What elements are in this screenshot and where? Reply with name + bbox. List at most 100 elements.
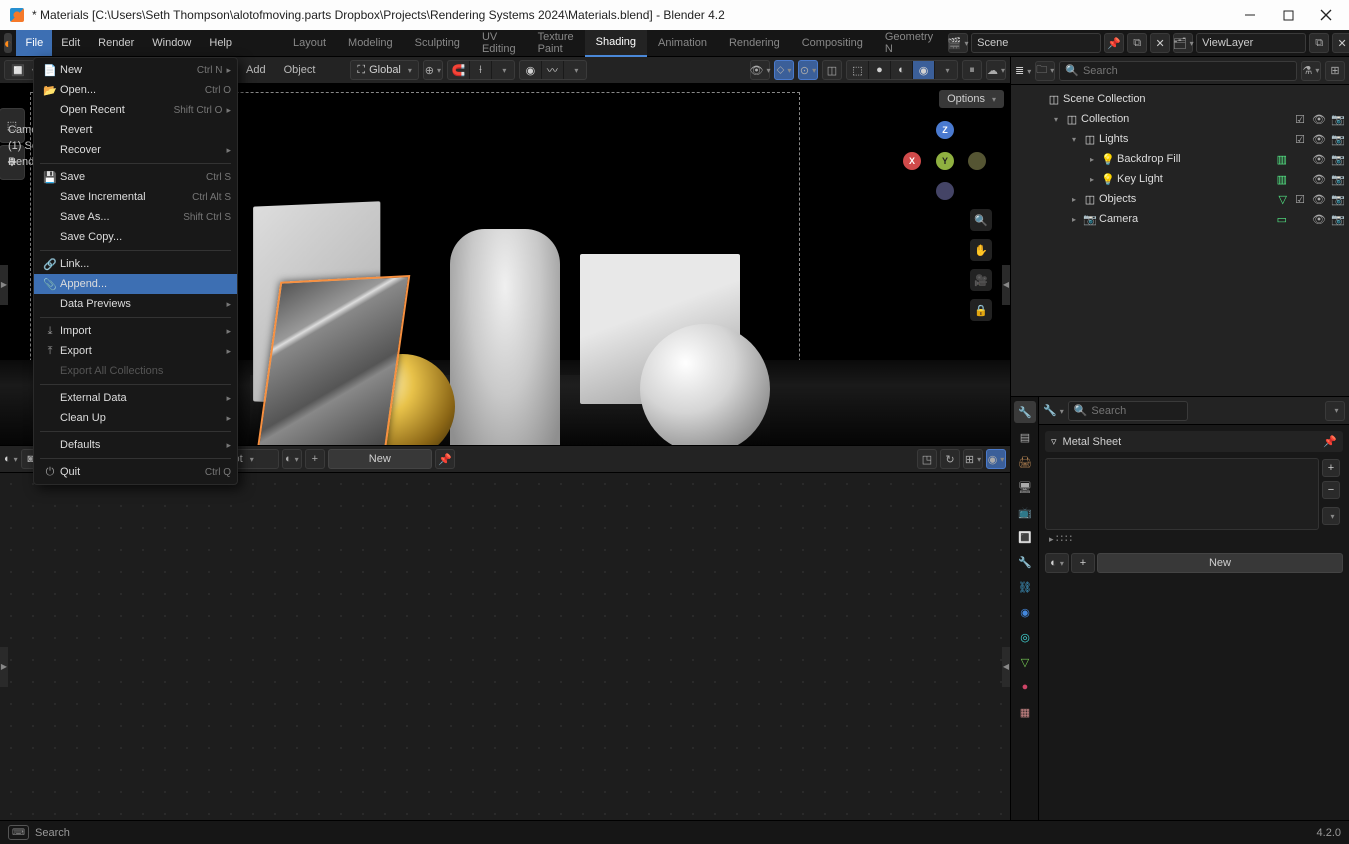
outliner-item-backdrop-fill[interactable]: ▸💡Backdrop Fill▥👁📷 (1011, 149, 1349, 169)
file-menu-new[interactable]: 📄NewCtrl N▸ (34, 60, 237, 80)
add-material-slot-icon[interactable]: + (1322, 459, 1340, 477)
toggle-0[interactable] (1293, 213, 1307, 226)
outliner-item-scene-collection[interactable]: ◫Scene Collection (1011, 89, 1349, 109)
shading-rendered[interactable]: ◉ (913, 61, 935, 79)
gizmo-toggle-icon[interactable]: ⬦▾ (774, 60, 794, 80)
file-menu-append[interactable]: 📎Append... (34, 274, 237, 294)
pivot-icon[interactable]: ⊕▾ (423, 60, 443, 80)
file-menu-save[interactable]: 💾SaveCtrl S (34, 167, 237, 187)
shading-solid[interactable]: ● (869, 61, 891, 79)
outliner-item-camera[interactable]: ▸📷Camera▭👁📷 (1011, 209, 1349, 229)
file-menu-open-recent[interactable]: Open RecentShift Ctrl O▸ (34, 100, 237, 120)
material-new-button[interactable]: New (1097, 553, 1343, 573)
tab-texture-paint[interactable]: Texture Paint (527, 30, 585, 57)
tab-sculpting[interactable]: Sculpting (404, 30, 471, 57)
file-menu-import[interactable]: ⤓Import▸ (34, 321, 237, 341)
file-menu-save-copy[interactable]: Save Copy... (34, 227, 237, 247)
pin-material-icon[interactable]: 📌 (435, 449, 455, 469)
node-gizmo-icon[interactable]: ◉▾ (986, 449, 1006, 469)
toggle-0[interactable]: ☑ (1293, 133, 1307, 146)
shading-options[interactable]: ▾ (935, 61, 957, 79)
proportional-edit[interactable]: ◉〰▾ (519, 60, 587, 80)
proptab-world[interactable]: 📺 (1014, 501, 1036, 523)
minimize-button[interactable] (1243, 8, 1257, 22)
material-slot-menu-icon[interactable]: ▾ (1322, 507, 1340, 525)
options-dropdown[interactable]: Options▾ (939, 90, 1004, 108)
outliner-editor-type[interactable]: ≣▾ (1015, 64, 1031, 77)
toggle-2[interactable]: 📷 (1331, 173, 1345, 186)
new-scene-icon[interactable]: ⧉ (1127, 33, 1147, 53)
proptab-constraints[interactable]: ◎ (1014, 626, 1036, 648)
scene-field[interactable]: Scene (971, 33, 1101, 53)
material-browse-chip[interactable]: ◐▾ (1045, 553, 1069, 573)
material-slot-list[interactable]: + − ▾ (1045, 458, 1319, 530)
vp-menu-object[interactable]: Object (277, 64, 323, 76)
toggle-1[interactable]: 👁 (1312, 153, 1326, 166)
axis-neg-x[interactable] (968, 152, 986, 170)
xray-icon[interactable]: ◫ (822, 60, 842, 80)
proptab-modifiers[interactable]: 🔧 (1014, 551, 1036, 573)
menu-file[interactable]: File (16, 30, 52, 56)
outliner-search[interactable]: 🔍 (1059, 61, 1297, 81)
tab-animation[interactable]: Animation (647, 30, 718, 57)
nav-gizmo[interactable]: Z Y X (910, 124, 980, 194)
pin-scene-icon[interactable]: 📌 (1104, 33, 1124, 53)
viewlayer-browse-icon[interactable]: 🗂▾ (1173, 33, 1193, 53)
proptab-object[interactable]: 🔳 (1014, 526, 1036, 548)
material-preview-expand[interactable]: ▸ ∷∷ (1045, 530, 1319, 547)
proptab-particles[interactable]: ⛓ (1014, 576, 1036, 598)
new-viewlayer-icon[interactable]: ⧉ (1309, 33, 1329, 53)
file-menu-defaults[interactable]: Defaults▸ (34, 435, 237, 455)
outliner-tree[interactable]: ◫Scene Collection▾◫Collection☑👁📷▾◫Lights… (1011, 85, 1349, 396)
toggle-2[interactable]: 📷 (1331, 193, 1345, 206)
axis-neg-z[interactable] (936, 182, 954, 200)
file-menu-save-incremental[interactable]: Save IncrementalCtrl Alt S (34, 187, 237, 207)
expand-icon[interactable]: ▸ (1067, 215, 1081, 224)
visibility-icon[interactable]: 👁▾ (750, 60, 770, 80)
tab-rendering[interactable]: Rendering (718, 30, 791, 57)
snap-toggle[interactable]: 🧲⟊▾ (447, 60, 515, 80)
tab-shading[interactable]: Shading (585, 30, 647, 57)
toggle-1[interactable]: 👁 (1312, 193, 1326, 206)
pause-icon[interactable]: ⏸ (962, 60, 982, 80)
node-collapse-left[interactable]: ▶ (0, 647, 8, 687)
outliner-filter-icon[interactable]: ⚗▾ (1301, 61, 1321, 81)
remove-material-slot-icon[interactable]: − (1322, 481, 1340, 499)
toggle-2[interactable]: 📷 (1331, 113, 1345, 126)
camera-view-icon[interactable]: 🎥 (970, 269, 992, 291)
file-menu-save-as[interactable]: Save As...Shift Ctrl S (34, 207, 237, 227)
material-browse-icon[interactable]: ◐▾ (282, 449, 302, 469)
material-add-chip[interactable]: + (1071, 553, 1095, 573)
outliner-item-lights[interactable]: ▾◫Lights☑👁📷 (1011, 129, 1349, 149)
menu-help[interactable]: Help (200, 30, 241, 56)
new-collection-icon[interactable]: ⊞ (1325, 61, 1345, 81)
zoom-icon[interactable]: 🔍 (970, 209, 992, 231)
toggle-0[interactable] (1293, 173, 1307, 186)
file-menu-clean-up[interactable]: Clean Up▸ (34, 408, 237, 428)
file-menu-data-previews[interactable]: Data Previews▸ (34, 294, 237, 314)
close-button[interactable] (1319, 8, 1333, 22)
cloud-icon[interactable]: ☁▾ (986, 60, 1006, 80)
tab-geometry-nodes[interactable]: Geometry N (874, 30, 944, 57)
file-menu-open[interactable]: 📂Open...Ctrl O (34, 80, 237, 100)
expand-icon[interactable]: ▸ (1085, 175, 1099, 184)
status-search[interactable]: ⌨Search (8, 825, 70, 840)
toggle-2[interactable]: 📷 (1331, 153, 1345, 166)
vp-menu-add[interactable]: Add (239, 64, 273, 76)
node-editor-type[interactable]: ◐▾ (4, 453, 18, 465)
props-options-icon[interactable]: ▾ (1325, 401, 1345, 421)
proptab-mesh[interactable]: ▽ (1014, 651, 1036, 673)
outliner-item-objects[interactable]: ▸◫Objects▽☑👁📷 (1011, 189, 1349, 209)
add-slot-icon[interactable]: + (305, 449, 325, 469)
file-menu-recover[interactable]: Recover▸ (34, 140, 237, 160)
expand-icon[interactable]: ▾ (1067, 135, 1081, 144)
new-material-button[interactable]: New (328, 449, 432, 469)
delete-viewlayer-icon[interactable]: ✕ (1332, 33, 1349, 53)
shading-wireframe[interactable]: ⬚ (847, 61, 869, 79)
toggle-0[interactable]: ☑ (1293, 193, 1307, 206)
menu-render[interactable]: Render (89, 30, 143, 56)
menu-window[interactable]: Window (143, 30, 200, 56)
file-menu-external-data[interactable]: External Data▸ (34, 388, 237, 408)
file-menu-revert[interactable]: Revert (34, 120, 237, 140)
expand-icon[interactable]: ▸ (1067, 195, 1081, 204)
